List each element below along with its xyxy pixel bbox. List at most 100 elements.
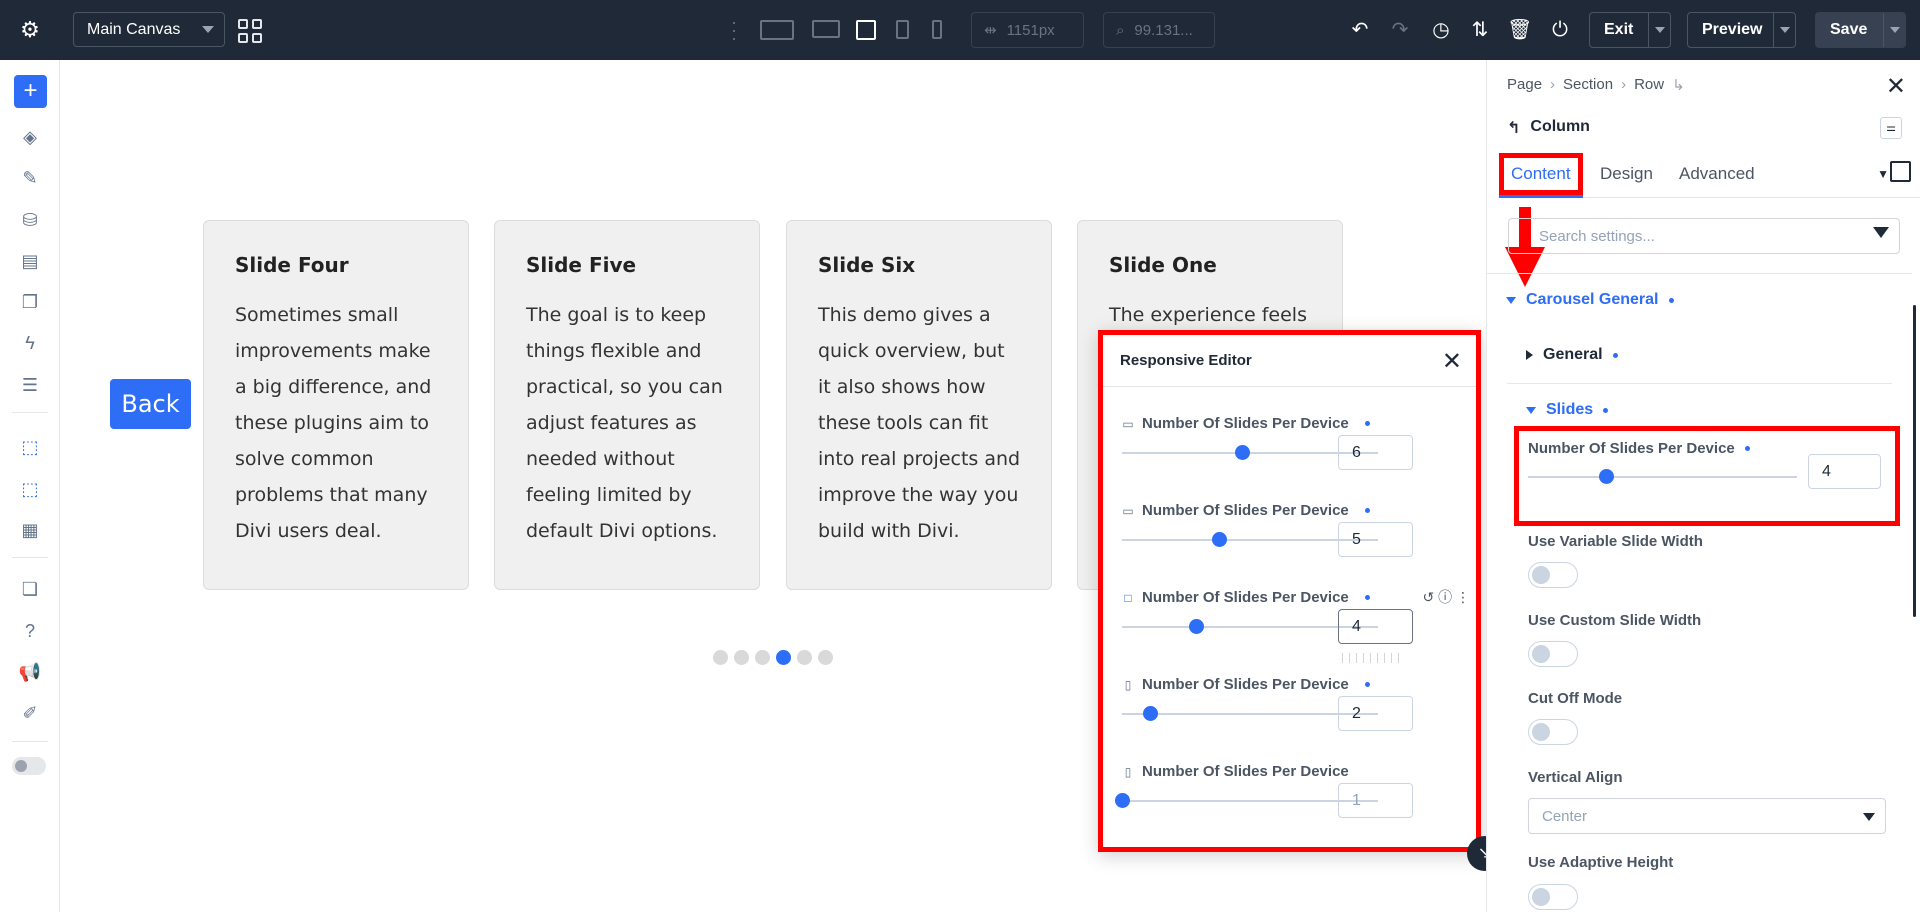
breadcrumb-item[interactable]: Row <box>1634 76 1664 94</box>
field-label: Use Custom Slide Width <box>1528 612 1702 629</box>
slides-count-input[interactable]: 4 <box>1338 609 1413 644</box>
slides-count-input[interactable]: 6 <box>1338 435 1413 470</box>
group-carousel-general[interactable]: Carousel General <box>1506 291 1674 309</box>
exit-button[interactable]: Exit <box>1589 12 1671 48</box>
field-label: Vertical Align <box>1528 769 1623 786</box>
slides-count-input[interactable]: 1 <box>1338 783 1413 818</box>
database-icon[interactable]: ⛁ <box>18 208 42 232</box>
list-icon[interactable]: ☰ <box>18 373 42 397</box>
modified-dot <box>1364 595 1370 600</box>
add-element-icon[interactable]: + <box>14 75 47 108</box>
history-icon[interactable]: ◷ <box>1429 18 1453 42</box>
layers-icon[interactable]: ◈ <box>18 125 42 149</box>
phone-view-icon[interactable] <box>932 20 942 39</box>
responsive-editor-dialog: Responsive Editor ✕ ▭ Number Of Slides Pe… <box>1098 330 1481 852</box>
tab-design[interactable]: Design <box>1600 153 1653 195</box>
tablet-portrait-view-icon[interactable] <box>896 20 909 39</box>
subgroup-title: General <box>1543 346 1603 363</box>
theme-style-icon[interactable]: ✎ <box>18 166 42 190</box>
slides-count-input[interactable]: 5 <box>1338 522 1413 557</box>
modified-dot <box>1364 682 1370 687</box>
tab-dropdown-icon[interactable]: ▼ <box>1877 167 1889 181</box>
zoom-search-icon: ⌕ <box>1116 21 1125 39</box>
info-icon[interactable]: ⓘ <box>1438 589 1452 605</box>
view-mode-icon[interactable] <box>1890 161 1911 182</box>
desktop-large-view-icon[interactable] <box>760 20 794 40</box>
tab-content[interactable]: Content <box>1499 153 1583 195</box>
slider-track[interactable] <box>1528 469 1797 484</box>
slide-title: Slide One <box>1109 253 1217 277</box>
carousel-dot[interactable] <box>755 650 770 665</box>
exit-dropdown-icon[interactable] <box>1648 13 1670 47</box>
slides-count-input[interactable]: 4 <box>1808 454 1881 489</box>
settings-gear-icon[interactable]: ⚙ <box>0 0 60 60</box>
canvas-width-field[interactable]: ⇹ 1151px <box>971 12 1084 48</box>
preview-settings-icon[interactable]: ▦ <box>18 518 42 542</box>
variable-width-toggle[interactable] <box>1528 562 1578 588</box>
carousel-dot[interactable] <box>818 650 833 665</box>
carousel-dot[interactable] <box>713 650 728 665</box>
sort-icon[interactable]: ⇅ <box>1468 18 1492 42</box>
settings-search-input[interactable]: Search settings... <box>1508 218 1900 254</box>
desktop-view-icon[interactable] <box>812 20 840 38</box>
tab-advanced[interactable]: Advanced <box>1679 153 1755 195</box>
exit-button-label: Exit <box>1604 21 1634 38</box>
lightning-icon[interactable]: ϟ <box>18 331 42 355</box>
slider-handle[interactable] <box>1599 469 1614 484</box>
slides-count-input[interactable]: 2 <box>1338 696 1413 731</box>
carousel-dot[interactable] <box>797 650 812 665</box>
more-options-icon[interactable]: ⋮ <box>1456 589 1470 605</box>
slide-text: This demo gives a quick overview, but it… <box>818 304 1021 542</box>
preview-dropdown-icon[interactable] <box>1773 13 1795 47</box>
power-icon[interactable]: ⏻ <box>1548 18 1572 42</box>
responsive-row-phone: ▯ Number Of Slides Per Device 1 <box>1115 763 1470 843</box>
select-element-icon[interactable]: ⬚ <box>18 435 42 459</box>
megaphone-icon[interactable]: 📢 <box>18 660 42 684</box>
back-arrow-icon[interactable]: ↰ <box>1507 118 1520 138</box>
filter-icon[interactable] <box>1873 227 1889 238</box>
redo-icon[interactable]: ↷ <box>1388 18 1412 42</box>
slider-handle[interactable] <box>1212 532 1228 547</box>
subgroup-general[interactable]: General <box>1526 346 1618 364</box>
adaptive-height-toggle[interactable] <box>1528 884 1578 910</box>
tablet-landscape-view-icon[interactable] <box>856 20 876 40</box>
reset-icon[interactable]: ↺ <box>1422 589 1434 605</box>
close-icon[interactable]: ✕ <box>1442 347 1462 376</box>
edit-icon[interactable]: ✐ <box>18 701 42 725</box>
select-multiple-icon[interactable]: ⬚ <box>18 477 42 501</box>
drag-handle-icon[interactable]: · · · <box>731 13 737 47</box>
slider-handle[interactable] <box>1235 445 1251 460</box>
panel-scrollbar[interactable] <box>1913 305 1916 617</box>
back-button[interactable]: Back <box>110 379 191 429</box>
slider-handle[interactable] <box>1143 706 1159 721</box>
layout-grid-icon[interactable] <box>238 19 262 43</box>
save-button[interactable]: Save <box>1815 12 1906 48</box>
slide-card: Slide Four Sometimes small improvements … <box>203 220 469 590</box>
undo-icon[interactable]: ↶ <box>1348 18 1372 42</box>
mode-toggle[interactable] <box>12 757 46 775</box>
carousel-dot[interactable] <box>734 650 749 665</box>
carousel-dot-active[interactable] <box>776 650 791 665</box>
panel-options-icon[interactable]: ⚌ <box>1880 117 1902 139</box>
breadcrumb-item[interactable]: Section <box>1563 76 1613 94</box>
zoom-field[interactable]: ⌕ 99.131... <box>1103 12 1215 48</box>
save-dropdown-icon[interactable] <box>1883 13 1905 47</box>
vertical-align-select[interactable]: Center <box>1528 798 1886 834</box>
slide-text: The experience feels <box>1109 304 1307 326</box>
subgroup-slides[interactable]: Slides <box>1526 401 1609 419</box>
help-icon[interactable]: ? <box>18 619 42 643</box>
breadcrumb-item[interactable]: Page <box>1507 76 1542 94</box>
slider-handle[interactable] <box>1115 793 1130 808</box>
close-panel-icon[interactable]: ✕ <box>1886 72 1906 101</box>
preview-button[interactable]: Preview <box>1687 12 1796 48</box>
custom-width-toggle[interactable] <box>1528 641 1578 667</box>
cut-off-toggle[interactable] <box>1528 719 1578 745</box>
slider-handle[interactable] <box>1189 619 1205 634</box>
trash-icon[interactable]: 🗑 <box>1507 18 1532 42</box>
modules-icon[interactable]: ▤ <box>18 249 42 273</box>
caret-down-icon <box>1526 406 1536 414</box>
canvas-select[interactable]: Main Canvas <box>73 12 225 47</box>
pages-icon[interactable]: ❐ <box>18 290 42 314</box>
templates-icon[interactable]: ❏ <box>18 577 42 601</box>
return-arrow-icon: ↳ <box>1672 77 1685 94</box>
